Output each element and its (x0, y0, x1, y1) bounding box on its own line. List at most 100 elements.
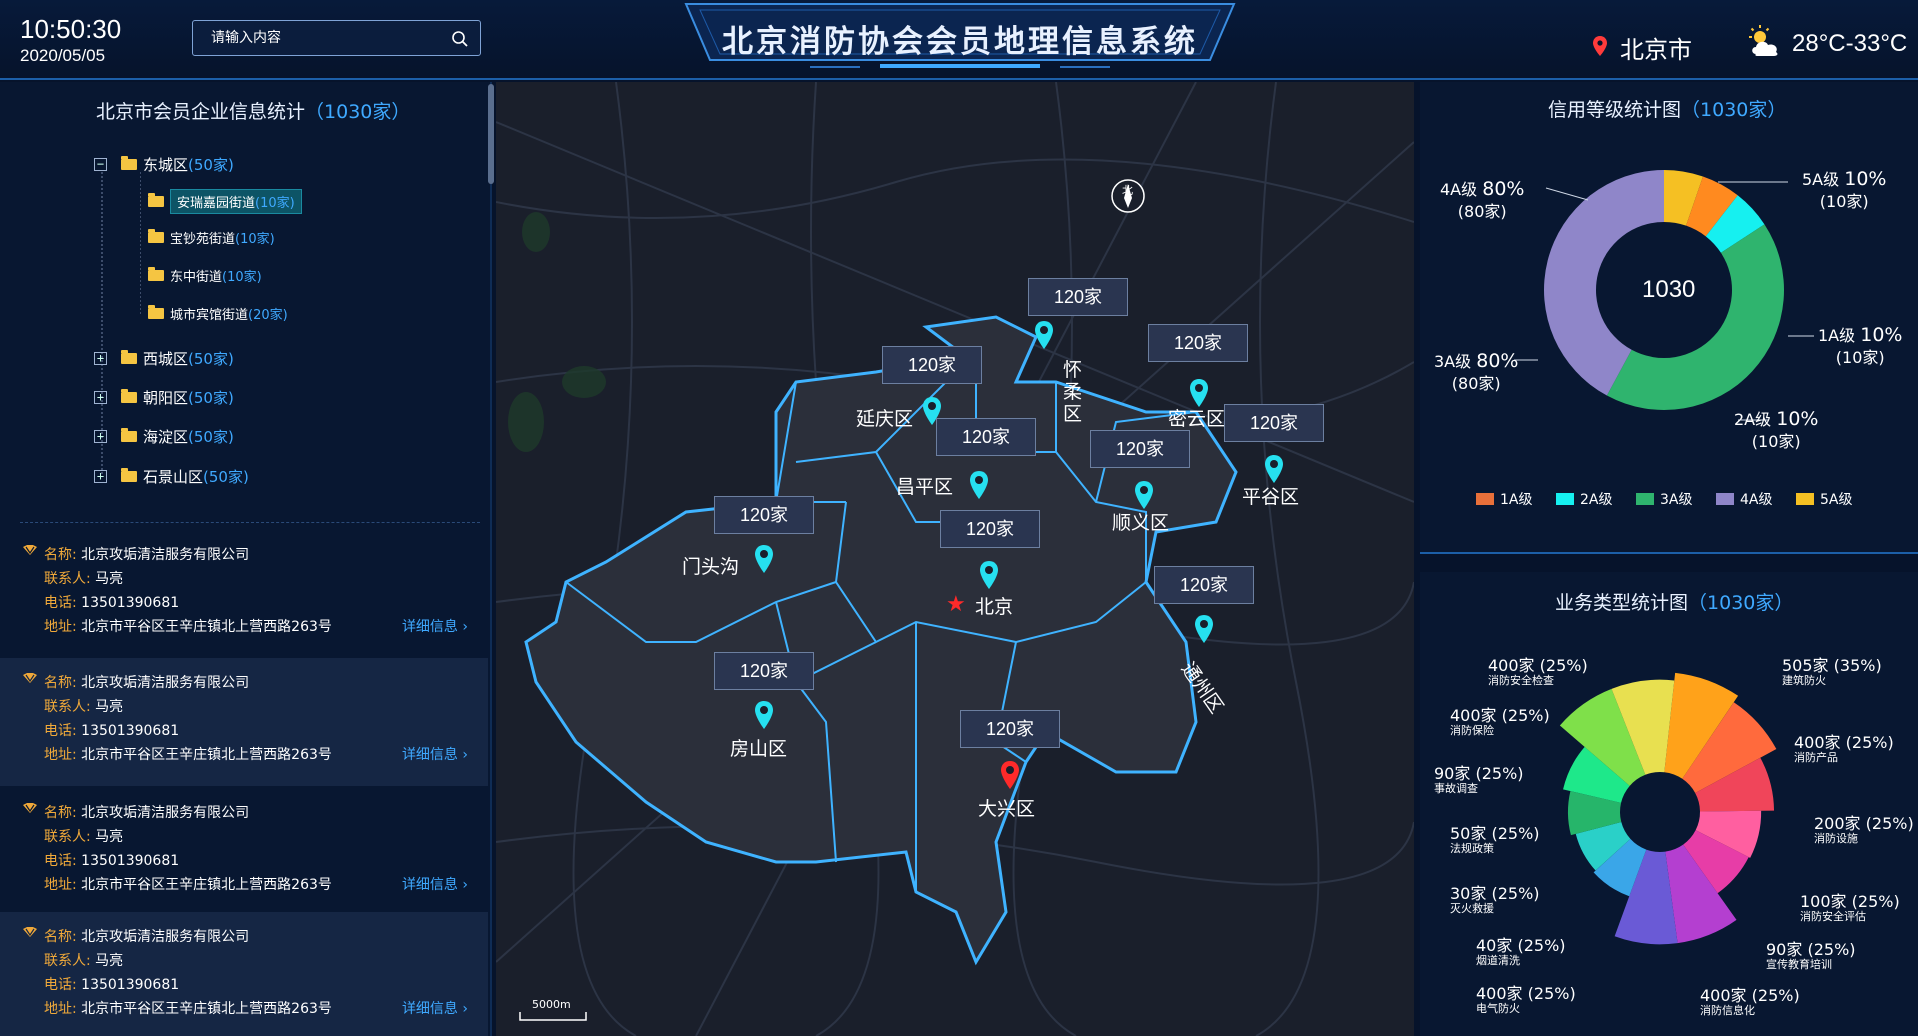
folder-icon (148, 305, 164, 319)
tree-node-chaoyang[interactable]: + 朝阳区 (50家) (94, 387, 234, 408)
contact-name: 马亮 (95, 829, 124, 845)
company-name: 北京攻垢清洁服务有限公司 (81, 547, 250, 563)
business-label: 30家 (25%) 灭火救援 (1450, 884, 1540, 916)
phone-number: 13501390681 (81, 977, 180, 993)
map-pin-alert-icon[interactable] (999, 760, 1021, 790)
map-pin-icon[interactable] (1033, 320, 1055, 350)
card-label: 名称: (44, 675, 77, 691)
tree-label: 东城区 (143, 156, 189, 174)
clock-time: 10:50:30 (20, 14, 122, 44)
left-scrollbar[interactable] (488, 84, 494, 184)
tree-node-baochaoyuan[interactable]: 宝钞苑街道 (10家) (148, 228, 275, 247)
credit-label-1a: 1A级 10% (10家) (1818, 324, 1903, 367)
district-count-badge: 120家 (936, 418, 1036, 456)
business-label: 200家 (25%) 消防设施 (1814, 814, 1914, 846)
green-areas (508, 212, 606, 452)
legend-item[interactable]: 2A级 (1556, 489, 1612, 509)
card-label: 地址: (44, 747, 77, 763)
donut-center-total: 1030 (1642, 276, 1696, 303)
card-label: 地址: (44, 1001, 77, 1017)
scale-bar (519, 1012, 587, 1021)
card-label: 联系人: (44, 953, 91, 969)
legend-item[interactable]: 3A级 (1636, 489, 1692, 509)
card-label: 名称: (44, 805, 77, 821)
folder-icon (148, 267, 164, 281)
tree-count: (50家) (188, 428, 234, 446)
business-label: 505家 (35%) 建筑防火 (1782, 656, 1882, 688)
legend-item[interactable]: 1A级 (1476, 489, 1532, 509)
map-pin-icon[interactable] (1133, 480, 1155, 510)
map-pin-icon[interactable] (968, 470, 990, 500)
card-label: 电话: (44, 595, 77, 611)
district-count-badge: 120家 (1154, 566, 1254, 604)
tree-node-dongzhong[interactable]: 东中街道 (10家) (148, 266, 262, 285)
map-pin-icon[interactable] (1193, 614, 1215, 644)
district-count-badge: 120家 (882, 346, 982, 384)
folder-icon (148, 229, 164, 243)
district-count-badge: 120家 (1090, 430, 1190, 468)
expand-icon[interactable]: + (94, 430, 107, 443)
district-label: 延庆区 (856, 408, 914, 430)
partly-cloudy-icon (1749, 25, 1778, 56)
scale-label: 5000m (532, 998, 571, 1011)
tree-label: 石景山区 (143, 468, 204, 486)
tree-count: (10家) (235, 232, 275, 247)
search-icon[interactable] (451, 30, 469, 48)
phone-number: 13501390681 (81, 853, 180, 869)
phone-number: 13501390681 (81, 595, 180, 611)
district-label: 昌平区 (896, 476, 954, 498)
legend-item[interactable]: 4A级 (1716, 489, 1772, 509)
medal-icon (23, 673, 37, 683)
business-label: 400家 (25%) 消防产品 (1794, 733, 1894, 765)
tree-node-anruijiayuan[interactable]: 安瑞嘉园街道(10家) (148, 189, 302, 214)
tree-node-xicheng[interactable]: + 西城区 (50家) (94, 348, 234, 369)
medal-icon (23, 803, 37, 813)
detail-link[interactable]: 详细信息 › (402, 744, 468, 764)
map-view[interactable]: 北 5000m 120家 怀柔区 120家 密云区 120家 延庆区 120家 … (496, 82, 1414, 1036)
temperature-label: 28°C-33°C (1792, 30, 1908, 57)
business-label: 400家 (25%) 消防保险 (1450, 706, 1550, 738)
folder-icon (121, 156, 137, 170)
tree-selected-item: 安瑞嘉园街道(10家) (170, 189, 302, 214)
map-pin-icon[interactable] (753, 544, 775, 574)
legend-item[interactable]: 5A级 (1796, 489, 1852, 509)
tree-node-chengshibinguan[interactable]: 城市宾馆街道 (20家) (148, 304, 288, 323)
donut-slice[interactable] (1606, 224, 1785, 411)
business-label: 400家 (25%) 电气防火 (1476, 984, 1576, 1016)
detail-link[interactable]: 详细信息 › (402, 998, 468, 1018)
expand-icon[interactable]: + (94, 470, 107, 483)
folder-icon (121, 389, 137, 403)
credit-label-4a: 4A级 80% (80家) (1440, 178, 1525, 221)
tree-label: 城市宾馆街道 (170, 308, 249, 323)
legend-label: 2A级 (1580, 492, 1613, 508)
location-pin-icon (1593, 36, 1607, 56)
district-label: 怀柔区 (1063, 359, 1083, 425)
district-label: 平谷区 (1242, 486, 1300, 508)
tree-node-dongcheng[interactable]: − 东城区 (50家) (94, 154, 234, 175)
search-input[interactable] (193, 21, 443, 55)
map-pin-icon[interactable] (978, 560, 1000, 590)
tree-node-shijingshan[interactable]: + 石景山区 (50家) (94, 466, 249, 487)
district-label: 北京 (975, 596, 1014, 618)
card-label: 名称: (44, 929, 77, 945)
business-label: 90家 (25%) 宣传教育培训 (1766, 940, 1856, 972)
legend-swatch (1796, 493, 1814, 505)
leader-line (1545, 187, 1589, 201)
map-pin-icon[interactable] (1263, 454, 1285, 484)
card-label: 地址: (44, 877, 77, 893)
tree-label: 东中街道 (170, 270, 223, 285)
company-name: 北京攻垢清洁服务有限公司 (81, 675, 250, 691)
detail-link[interactable]: 详细信息 › (402, 616, 468, 636)
address: 北京市平谷区王辛庄镇北上营西路263号 (81, 747, 332, 763)
expand-icon[interactable]: + (94, 391, 107, 404)
map-pin-icon[interactable] (753, 700, 775, 730)
detail-link[interactable]: 详细信息 › (402, 874, 468, 894)
collapse-icon[interactable]: − (94, 158, 107, 171)
expand-icon[interactable]: + (94, 352, 107, 365)
district-count-badge: 120家 (1224, 404, 1324, 442)
district-label: 大兴区 (978, 798, 1036, 820)
tree-node-haidian[interactable]: + 海淀区 (50家) (94, 426, 234, 447)
tree-count: (50家) (188, 389, 234, 407)
legend-swatch (1636, 493, 1654, 505)
business-chart-title: 业务类型统计图（1030家） (1555, 592, 1794, 614)
